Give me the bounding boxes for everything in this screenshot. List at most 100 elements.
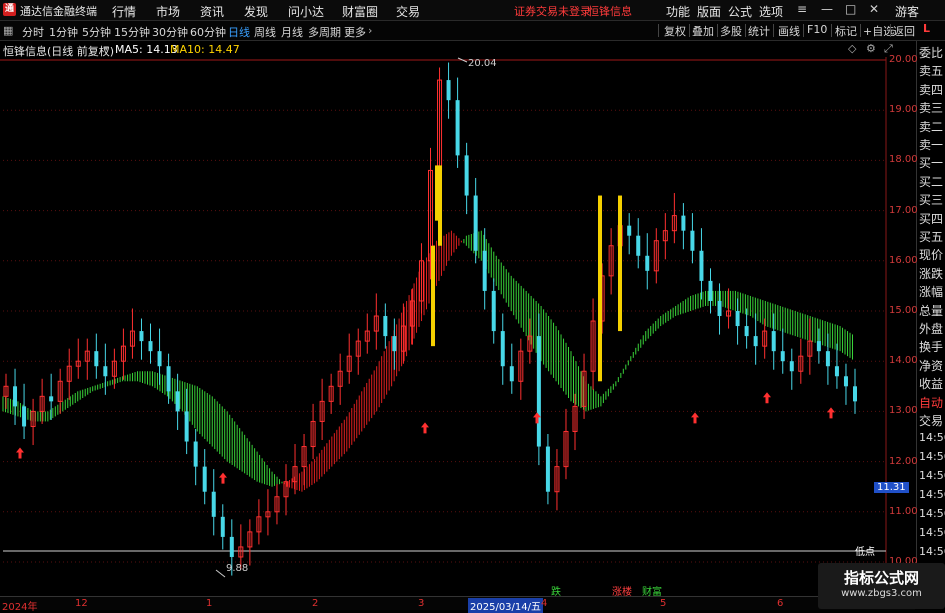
btn-back[interactable]: 返回 bbox=[893, 23, 915, 39]
side-item-18[interactable]: 收益 bbox=[919, 375, 943, 392]
toolbar-separator bbox=[745, 24, 746, 37]
menu-hangqing[interactable]: 行情 bbox=[112, 3, 136, 20]
y-tick-label: 19.00 bbox=[889, 104, 918, 116]
candle-body bbox=[735, 311, 740, 327]
chevron-down-icon[interactable]: ▾ bbox=[104, 44, 109, 54]
candle-body bbox=[536, 336, 541, 447]
app-logo-icon: 通 bbox=[3, 3, 16, 16]
diamond-icon[interactable]: ◇ bbox=[848, 42, 856, 55]
candle-body bbox=[103, 366, 108, 377]
candle-body bbox=[202, 466, 207, 492]
candle-body bbox=[464, 155, 469, 196]
candle-body bbox=[383, 316, 388, 337]
up-arrow-icon bbox=[827, 407, 835, 419]
low-point-label: 低点 bbox=[855, 547, 875, 558]
toolbar-separator bbox=[717, 24, 718, 37]
minimize-icon[interactable]: — bbox=[821, 2, 833, 16]
candle-body bbox=[843, 376, 848, 387]
side-item-6[interactable]: 买一 bbox=[919, 154, 943, 171]
candle-body bbox=[744, 326, 749, 337]
menu-wealth[interactable]: 财富圈 bbox=[342, 3, 378, 20]
date-label: 1 bbox=[206, 598, 213, 609]
kline-chart[interactable] bbox=[0, 57, 915, 596]
side-item-0[interactable]: 委比 bbox=[919, 44, 943, 61]
toolbar-separator bbox=[658, 24, 659, 37]
side-item-15[interactable]: 外盘 bbox=[919, 320, 943, 337]
side-item-12[interactable]: 涨跌 bbox=[919, 265, 943, 282]
stock-name-title: 恒锋信息 bbox=[588, 5, 632, 18]
side-item-13[interactable]: 涨幅 bbox=[919, 283, 943, 300]
date-axis: 2024年 12 1 2 3 2025/03/14/五 4 5 6 bbox=[0, 596, 915, 613]
gear-icon[interactable]: ⚙ bbox=[866, 42, 876, 55]
chevron-right-icon[interactable]: › bbox=[368, 24, 372, 37]
close-icon[interactable]: ✕ bbox=[869, 2, 879, 16]
signal-bar bbox=[431, 245, 435, 347]
side-item-20[interactable]: 交易 bbox=[919, 412, 943, 429]
menu-trade[interactable]: 交易 bbox=[396, 3, 420, 20]
window-menu-icon[interactable]: ≡ bbox=[797, 2, 807, 16]
candle-body bbox=[482, 250, 487, 291]
btn-stats[interactable]: 统计 bbox=[748, 23, 770, 39]
menu-function[interactable]: 功能 bbox=[666, 3, 690, 20]
toolbar-separator bbox=[773, 24, 774, 37]
period-fenshi[interactable]: 分时 bbox=[22, 24, 44, 40]
side-item-17[interactable]: 净资 bbox=[919, 357, 943, 374]
side-time-4: 14:56 bbox=[919, 507, 945, 520]
candle-body bbox=[780, 351, 785, 362]
candle-body bbox=[148, 341, 153, 352]
up-arrow-icon bbox=[16, 447, 24, 459]
guest-user[interactable]: 游客 bbox=[895, 3, 919, 20]
btn-f10[interactable]: F10 bbox=[807, 23, 827, 36]
side-item-9[interactable]: 买四 bbox=[919, 210, 943, 227]
period-5min[interactable]: 5分钟 bbox=[82, 24, 111, 40]
toolbar-separator bbox=[803, 24, 804, 37]
candle-body bbox=[681, 215, 686, 231]
menu-discover[interactable]: 发现 bbox=[244, 3, 268, 20]
menu-formula[interactable]: 公式 bbox=[728, 3, 752, 20]
login-warning[interactable]: 证券交易未登录 bbox=[514, 3, 591, 19]
candle-body bbox=[853, 386, 857, 402]
period-daily[interactable]: 日线 bbox=[228, 24, 250, 40]
side-item-16[interactable]: 换手 bbox=[919, 338, 943, 355]
maximize-icon[interactable]: □ bbox=[845, 2, 856, 16]
period-weekly[interactable]: 周线 bbox=[254, 24, 276, 40]
period-30min[interactable]: 30分钟 bbox=[152, 24, 188, 40]
btn-mark[interactable]: 标记 bbox=[835, 23, 857, 39]
side-item-5[interactable]: 卖一 bbox=[919, 136, 943, 153]
menu-market[interactable]: 市场 bbox=[156, 3, 180, 20]
menu-news[interactable]: 资讯 bbox=[200, 3, 224, 20]
menu-ask[interactable]: 问小达 bbox=[288, 3, 324, 20]
period-more[interactable]: 更多 bbox=[344, 24, 366, 40]
period-1min[interactable]: 1分钟 bbox=[49, 24, 78, 40]
period-15min[interactable]: 15分钟 bbox=[114, 24, 150, 40]
btn-fuquan[interactable]: 复权 bbox=[664, 23, 686, 39]
side-item-14[interactable]: 总量 bbox=[919, 302, 943, 319]
candle-body bbox=[184, 411, 189, 442]
quote-side-panel: L 委比 卖五 卖四 卖三 卖二 卖一 买一 买二 买三 买四 买五 现价 涨跌 涨幅 总量 外盘 换手 净资 收益… bbox=[916, 22, 945, 609]
toolbar-separator bbox=[890, 24, 891, 37]
btn-overlay[interactable]: 叠加 bbox=[692, 23, 714, 39]
side-item-8[interactable]: 买三 bbox=[919, 191, 943, 208]
grid-icon[interactable]: ▦ bbox=[3, 24, 13, 37]
btn-draw[interactable]: 画线 bbox=[778, 23, 800, 39]
y-tick-label: 11.00 bbox=[889, 505, 918, 517]
side-item-4[interactable]: 卖二 bbox=[919, 118, 943, 135]
side-item-11[interactable]: 现价 bbox=[919, 246, 943, 263]
menu-options[interactable]: 选项 bbox=[759, 3, 783, 20]
side-item-3[interactable]: 卖三 bbox=[919, 99, 943, 116]
side-item-2[interactable]: 卖四 bbox=[919, 81, 943, 98]
candle-body bbox=[708, 280, 713, 301]
period-multi[interactable]: 多周期 bbox=[308, 24, 341, 40]
side-item-19[interactable]: 自动 bbox=[919, 394, 943, 411]
btn-multi-stock[interactable]: 多股 bbox=[720, 23, 742, 39]
candle-body bbox=[193, 441, 198, 467]
side-item-1[interactable]: 卖五 bbox=[919, 62, 943, 79]
date-cursor-label: 2025/03/14/五 bbox=[468, 598, 544, 613]
toolbar-separator bbox=[689, 24, 690, 37]
side-item-10[interactable]: 买五 bbox=[919, 228, 943, 245]
side-item-7[interactable]: 买二 bbox=[919, 173, 943, 190]
ma5-value: MA5: 14.13 bbox=[115, 43, 178, 56]
period-monthly[interactable]: 月线 bbox=[281, 24, 303, 40]
period-60min[interactable]: 60分钟 bbox=[190, 24, 226, 40]
menu-layout[interactable]: 版面 bbox=[697, 3, 721, 20]
